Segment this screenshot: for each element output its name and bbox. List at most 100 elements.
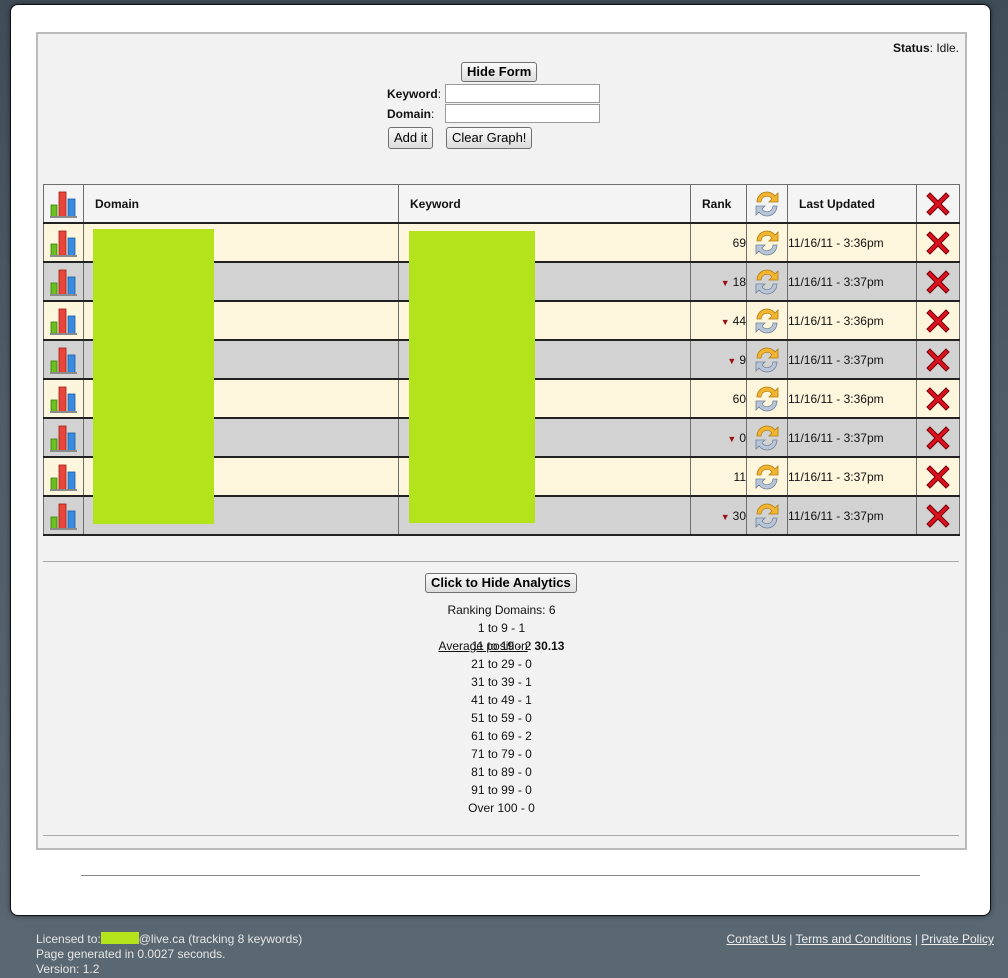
- refresh-button[interactable]: [746, 378, 788, 419]
- last-updated-header[interactable]: Last Updated: [787, 184, 917, 224]
- delete-button[interactable]: [916, 456, 960, 497]
- delete-button[interactable]: [916, 417, 960, 458]
- page-generated-text: Page generated in 0.0027 seconds.: [36, 947, 226, 961]
- footer-divider: [81, 875, 920, 876]
- graph-button[interactable]: [43, 456, 84, 497]
- graph-button[interactable]: [43, 378, 84, 419]
- last-updated-cell: 11/16/11 - 3:36pm: [787, 222, 917, 263]
- bar-chart-icon: [49, 503, 77, 530]
- delete-button[interactable]: [916, 222, 960, 263]
- delete-button[interactable]: [916, 261, 960, 302]
- graph-button[interactable]: [43, 417, 84, 458]
- status-value: Idle.: [936, 41, 959, 55]
- red-x-icon: [926, 386, 950, 411]
- rank-header[interactable]: Rank: [690, 184, 747, 224]
- rank-bucket: 21 to 29 - 0: [471, 657, 532, 671]
- delete-button[interactable]: [916, 339, 960, 380]
- bar-chart-icon: [49, 425, 77, 452]
- contact-us-link[interactable]: Contact Us: [727, 932, 786, 946]
- analytics-summary: Ranking Domains: 6 1 to 9 - 1 11 to 19 - …: [38, 601, 965, 815]
- refresh-button[interactable]: [746, 300, 788, 341]
- license-line: Licensed to: @live.ca (tracking 8 keyword…: [36, 932, 303, 946]
- graph-all-header[interactable]: [43, 184, 84, 224]
- red-x-icon: [926, 230, 950, 255]
- refresh-icon: [755, 425, 779, 450]
- clear-graph-button[interactable]: Clear Graph!: [446, 127, 533, 149]
- graph-button[interactable]: [43, 261, 84, 302]
- delete-button[interactable]: [916, 378, 960, 419]
- redacted-keyword-block: [409, 231, 535, 523]
- rank-cell: 11: [690, 456, 747, 497]
- average-position-value: 30.13: [534, 639, 565, 653]
- rank-bucket: 61 to 69 - 2: [471, 729, 532, 743]
- bar-chart-icon: [49, 464, 77, 491]
- keyword-header[interactable]: Keyword: [398, 184, 691, 224]
- refresh-button[interactable]: [746, 495, 788, 536]
- refresh-button[interactable]: [746, 417, 788, 458]
- last-updated-cell: 11/16/11 - 3:37pm: [787, 417, 917, 458]
- hide-analytics-button[interactable]: Click to Hide Analytics: [425, 573, 577, 593]
- status-indicator: Status: Idle.: [892, 41, 959, 55]
- rank-cell: ▼ 30: [690, 495, 747, 536]
- privacy-link[interactable]: Private Policy: [921, 932, 994, 946]
- rank-cell: ▼ 0: [690, 417, 747, 458]
- graph-button[interactable]: [43, 495, 84, 536]
- last-updated-cell: 11/16/11 - 3:37pm: [787, 456, 917, 497]
- rank-bucket: Over 100 - 0: [468, 801, 535, 815]
- graph-button[interactable]: [43, 300, 84, 341]
- domain-input[interactable]: [445, 104, 600, 123]
- rank-down-arrow-icon: ▼: [720, 316, 730, 327]
- graph-button[interactable]: [43, 222, 84, 263]
- rank-bucket: 41 to 49 - 1: [471, 693, 532, 707]
- analytics-bottom-divider: [43, 835, 959, 836]
- last-updated-cell: 11/16/11 - 3:37pm: [787, 495, 917, 536]
- bar-chart-icon: [49, 347, 77, 374]
- hide-form-button[interactable]: Hide Form: [461, 62, 538, 82]
- red-x-icon: [926, 308, 950, 333]
- domain-header[interactable]: Domain: [83, 184, 399, 224]
- last-updated-cell: 11/16/11 - 3:37pm: [787, 339, 917, 380]
- refresh-icon: [755, 269, 779, 294]
- ranking-domains-text: Ranking Domains: 6: [447, 603, 556, 617]
- rank-value: 44: [732, 313, 746, 328]
- domain-label: Domain:: [387, 107, 435, 121]
- rank-cell: ▼ 9: [690, 339, 747, 380]
- redacted-email: [100, 932, 139, 944]
- rank-value: 11: [733, 469, 746, 484]
- rank-cell: ▼ 18: [690, 261, 747, 302]
- delete-button[interactable]: [916, 300, 960, 341]
- rank-down-arrow-icon: ▼: [727, 433, 737, 444]
- rank-down-arrow-icon: ▼: [727, 355, 737, 366]
- bar-chart-icon: [49, 269, 77, 296]
- refresh-button[interactable]: [746, 456, 788, 497]
- rank-cell: ▼ 44: [690, 300, 747, 341]
- refresh-button[interactable]: [746, 222, 788, 263]
- terms-link[interactable]: Terms and Conditions: [795, 932, 911, 946]
- redacted-domain-block: [93, 229, 214, 524]
- refresh-all-header[interactable]: [746, 184, 788, 224]
- analytics-top-divider: [43, 561, 959, 562]
- last-updated-cell: 11/16/11 - 3:36pm: [787, 378, 917, 419]
- rank-value: 9: [739, 352, 746, 367]
- delete-all-header[interactable]: [916, 184, 960, 224]
- average-position-link[interactable]: Average position: [439, 639, 528, 653]
- add-it-button[interactable]: Add it: [388, 127, 434, 149]
- rank-cell: 69: [690, 222, 747, 263]
- graph-button[interactable]: [43, 339, 84, 380]
- refresh-icon: [755, 308, 779, 333]
- red-x-icon: [926, 503, 950, 528]
- refresh-icon: [755, 230, 779, 255]
- refresh-button[interactable]: [746, 261, 788, 302]
- rank-bucket: 1 to 9 - 1: [477, 621, 526, 635]
- rank-value: 30: [732, 508, 746, 523]
- rank-down-arrow-icon: ▼: [720, 277, 730, 288]
- red-x-icon: [926, 425, 950, 450]
- red-x-icon: [926, 269, 950, 294]
- refresh-button[interactable]: [746, 339, 788, 380]
- bar-chart-icon: [49, 230, 77, 257]
- keyword-input[interactable]: [445, 84, 600, 103]
- rank-value: 60: [732, 391, 746, 406]
- bar-chart-icon: [49, 308, 77, 335]
- rank-bucket: 71 to 79 - 0: [471, 747, 532, 761]
- delete-button[interactable]: [916, 495, 960, 536]
